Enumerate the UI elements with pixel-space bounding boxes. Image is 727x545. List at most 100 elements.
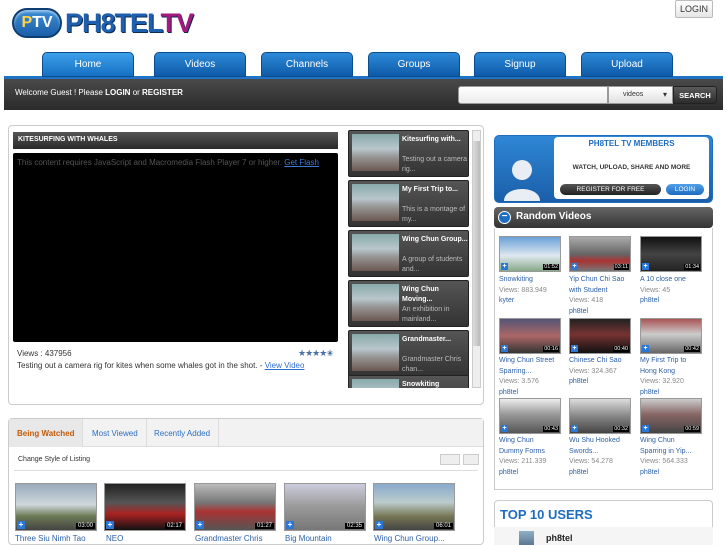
- random-video-title[interactable]: Wing Chun: [499, 436, 569, 447]
- view-video-link[interactable]: View Video: [265, 361, 305, 370]
- random-video-thumb[interactable]: +01:34: [640, 236, 702, 272]
- random-video-thumb[interactable]: +00:42: [640, 318, 702, 354]
- add-icon[interactable]: +: [17, 521, 25, 529]
- listing-video-thumb[interactable]: +03:00: [15, 483, 97, 531]
- register-button[interactable]: REGISTER FOR FREE: [560, 184, 661, 195]
- side-video-item[interactable]: Snowkiting: [348, 375, 469, 388]
- tab-videos[interactable]: Videos: [154, 52, 246, 77]
- listing-video-title[interactable]: NEO: [106, 534, 123, 543]
- random-video-title[interactable]: Yip Chun Chi Sao: [569, 275, 639, 286]
- random-video-user[interactable]: ph8tel: [499, 388, 569, 399]
- grid-view-icon[interactable]: [463, 454, 479, 465]
- random-video-thumb[interactable]: +03:11: [569, 236, 631, 272]
- scrollbar-thumb[interactable]: [473, 141, 480, 346]
- random-video-title[interactable]: A 10 close one: [640, 275, 710, 286]
- add-icon[interactable]: +: [501, 345, 508, 352]
- tab-channels[interactable]: Channels: [261, 52, 353, 77]
- random-video-user[interactable]: ph8tel: [640, 296, 710, 307]
- members-login-button[interactable]: LOGIN: [666, 184, 704, 195]
- random-video-title-2[interactable]: with Student: [569, 286, 639, 297]
- side-video-item[interactable]: Wing Chun Group... A group of students an…: [348, 230, 469, 277]
- add-icon[interactable]: +: [106, 521, 114, 529]
- tab-home[interactable]: Home: [42, 52, 134, 77]
- add-icon[interactable]: +: [571, 425, 578, 432]
- random-video-user[interactable]: ph8tel: [569, 468, 639, 479]
- side-video-desc: A group of students and...: [402, 256, 463, 273]
- random-video-title-2[interactable]: Sparring...: [499, 367, 569, 378]
- listing-video-title[interactable]: Big Mountain: [285, 534, 332, 543]
- random-video-user[interactable]: ph8tel: [640, 388, 710, 399]
- add-icon[interactable]: +: [642, 345, 649, 352]
- side-video-item[interactable]: Wing Chun Moving... An exhibition in main…: [348, 280, 469, 327]
- random-video-title-2[interactable]: Hong Kong: [640, 367, 710, 378]
- side-list-scrollbar[interactable]: [472, 130, 481, 388]
- random-video-title[interactable]: Snowkiting: [499, 275, 569, 286]
- random-video-user[interactable]: ph8tel: [569, 307, 639, 318]
- random-video-title[interactable]: Wu Shu Hooked: [569, 436, 639, 447]
- welcome-login-link[interactable]: LOGIN: [105, 88, 130, 97]
- random-video-user[interactable]: kyter: [499, 296, 569, 307]
- side-video-title: Snowkiting: [402, 381, 440, 388]
- random-video-user[interactable]: ph8tel: [640, 468, 710, 479]
- listing-video-title[interactable]: Wing Chun Group...: [374, 534, 445, 543]
- list-view-icon[interactable]: [440, 454, 460, 465]
- random-video-views: Views: 883.949: [499, 286, 547, 294]
- collapse-icon[interactable]: −: [498, 211, 511, 224]
- random-video-thumb[interactable]: +00:40: [569, 318, 631, 354]
- side-video-item[interactable]: My First Trip to... This is a montage of …: [348, 180, 469, 227]
- tab-most-viewed[interactable]: Most Viewed: [84, 419, 147, 447]
- add-icon[interactable]: +: [642, 425, 649, 432]
- random-video-thumb[interactable]: +01:52: [499, 236, 561, 272]
- tab-groups[interactable]: Groups: [368, 52, 460, 77]
- search-button[interactable]: SEARCH: [673, 86, 717, 104]
- random-video-user[interactable]: ph8tel: [499, 468, 569, 479]
- random-video-thumb[interactable]: +00:59: [640, 398, 702, 434]
- add-icon[interactable]: +: [286, 521, 294, 529]
- video-thumbnail: [352, 379, 399, 388]
- random-video-thumb[interactable]: +00:32: [569, 398, 631, 434]
- random-video-title[interactable]: My First Trip to: [640, 356, 710, 367]
- add-icon[interactable]: +: [571, 345, 578, 352]
- side-video-item[interactable]: Grandmaster... Grandmaster Chris chan...: [348, 330, 469, 377]
- add-icon[interactable]: +: [501, 425, 508, 432]
- random-video-title[interactable]: Chinese Chi Sao: [569, 356, 639, 367]
- add-icon[interactable]: +: [571, 263, 578, 270]
- listing-video-title[interactable]: Three Siu Nimh Tao: [15, 534, 86, 543]
- tab-being-watched[interactable]: Being Watched: [9, 419, 84, 447]
- random-video-info: A 10 close one Views: 45 ph8tel: [640, 275, 710, 307]
- search-input[interactable]: [458, 86, 608, 104]
- random-video-info: Chinese Chi Sao Views: 324.367 ph8tel: [569, 356, 639, 388]
- add-icon[interactable]: +: [642, 263, 649, 270]
- add-icon[interactable]: +: [501, 263, 508, 270]
- random-video-title[interactable]: Wing Chun Street: [499, 356, 569, 367]
- listing-video-title[interactable]: Grandmaster Chris: [195, 534, 263, 543]
- search-category-select[interactable]: videos ▾: [608, 86, 673, 104]
- listing-video-thumb[interactable]: +02:35: [284, 483, 366, 531]
- add-icon[interactable]: +: [196, 521, 204, 529]
- top10-username[interactable]: ph8tel: [546, 533, 573, 543]
- tab-upload[interactable]: Upload: [581, 52, 673, 77]
- header-login-button[interactable]: LOGIN: [675, 0, 713, 18]
- random-video-thumb[interactable]: +00:16: [499, 318, 561, 354]
- random-video-info: Snowkiting Views: 883.949 kyter: [499, 275, 569, 307]
- random-video-title[interactable]: Wing Chun: [640, 436, 710, 447]
- random-video-thumb[interactable]: +00:43: [499, 398, 561, 434]
- random-video-title-2[interactable]: Dummy Forms: [499, 447, 569, 458]
- random-video-title-2[interactable]: Sparring in Yip...: [640, 447, 710, 458]
- add-icon[interactable]: +: [375, 521, 383, 529]
- listing-video-thumb[interactable]: +01:27: [194, 483, 276, 531]
- random-video-user[interactable]: ph8tel: [569, 377, 639, 388]
- tab-signup[interactable]: Signup: [474, 52, 566, 77]
- listing-video-thumb[interactable]: +06:01: [373, 483, 455, 531]
- top10-user-row[interactable]: ph8tel: [494, 527, 713, 545]
- welcome-register-link[interactable]: REGISTER: [142, 88, 183, 97]
- video-thumbnail: [352, 334, 399, 371]
- site-logo[interactable]: P TV PH8TELTV: [12, 6, 194, 40]
- random-video-title-2[interactable]: Swords...: [569, 447, 639, 458]
- tab-recently-added[interactable]: Recently Added: [146, 419, 220, 447]
- video-player[interactable]: This content requires JavaScript and Mac…: [13, 153, 338, 342]
- side-video-item[interactable]: Kitesurfing with... Testing out a camera …: [348, 130, 469, 177]
- get-flash-link[interactable]: Get Flash: [284, 158, 319, 167]
- logo-badge: P TV: [12, 8, 62, 38]
- listing-video-thumb[interactable]: +02:17: [104, 483, 186, 531]
